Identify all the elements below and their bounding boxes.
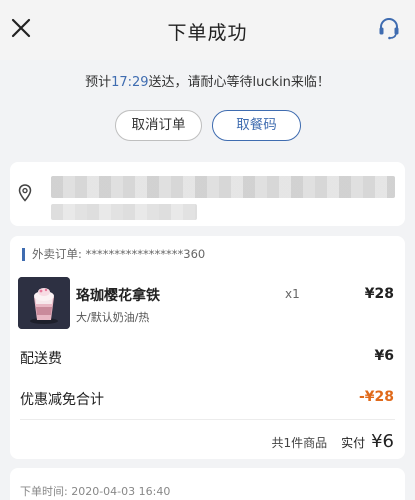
order-time: 下单时间: 2020-04-03 16:40: [20, 485, 171, 498]
contact-redacted-line: [51, 204, 197, 220]
paid-label: 实付: [341, 436, 366, 450]
product-name: 珞珈樱花拿铁: [76, 288, 160, 304]
top-bar: 下单成功: [0, 0, 415, 60]
paid-amount: ¥6: [371, 431, 394, 452]
discount-label: 优惠减免合计: [20, 392, 104, 408]
order-card: 外卖订单: *****************360 珞珈樱花拿铁 大/默认奶油…: [10, 236, 405, 459]
customer-service-icon[interactable]: [376, 15, 402, 41]
address-card[interactable]: [10, 162, 405, 226]
product-quantity: x1: [285, 287, 300, 301]
product-price: ¥28: [364, 286, 394, 302]
product-spec: 大/默认奶油/热: [76, 311, 150, 324]
notice-prefix: 预计: [85, 75, 112, 90]
order-number: 外卖订单: *****************360: [22, 248, 205, 261]
cancel-order-button[interactable]: 取消订单: [115, 110, 202, 141]
discount-value: -¥28: [358, 389, 394, 405]
divider: [20, 419, 395, 420]
delivery-fee-label: 配送费: [20, 351, 62, 367]
delivery-fee-value: ¥6: [374, 348, 394, 364]
order-time-card: 下单时间: 2020-04-03 16:40: [10, 468, 405, 500]
page-title: 下单成功: [167, 22, 248, 44]
order-summary: 共1件商品 实付 ¥6: [271, 431, 394, 452]
location-pin-icon: [18, 184, 32, 202]
notice-suffix: 送达，请耐心等待luckin来临！: [148, 75, 330, 90]
eta-time: 17:29: [111, 75, 149, 90]
delivery-notice: 预计17:29送达，请耐心等待luckin来临！: [0, 71, 415, 90]
address-redacted-line: [51, 176, 395, 198]
product-image: [18, 277, 70, 329]
pickup-code-button[interactable]: 取餐码: [212, 110, 301, 141]
item-count: 共1件商品: [271, 436, 328, 450]
